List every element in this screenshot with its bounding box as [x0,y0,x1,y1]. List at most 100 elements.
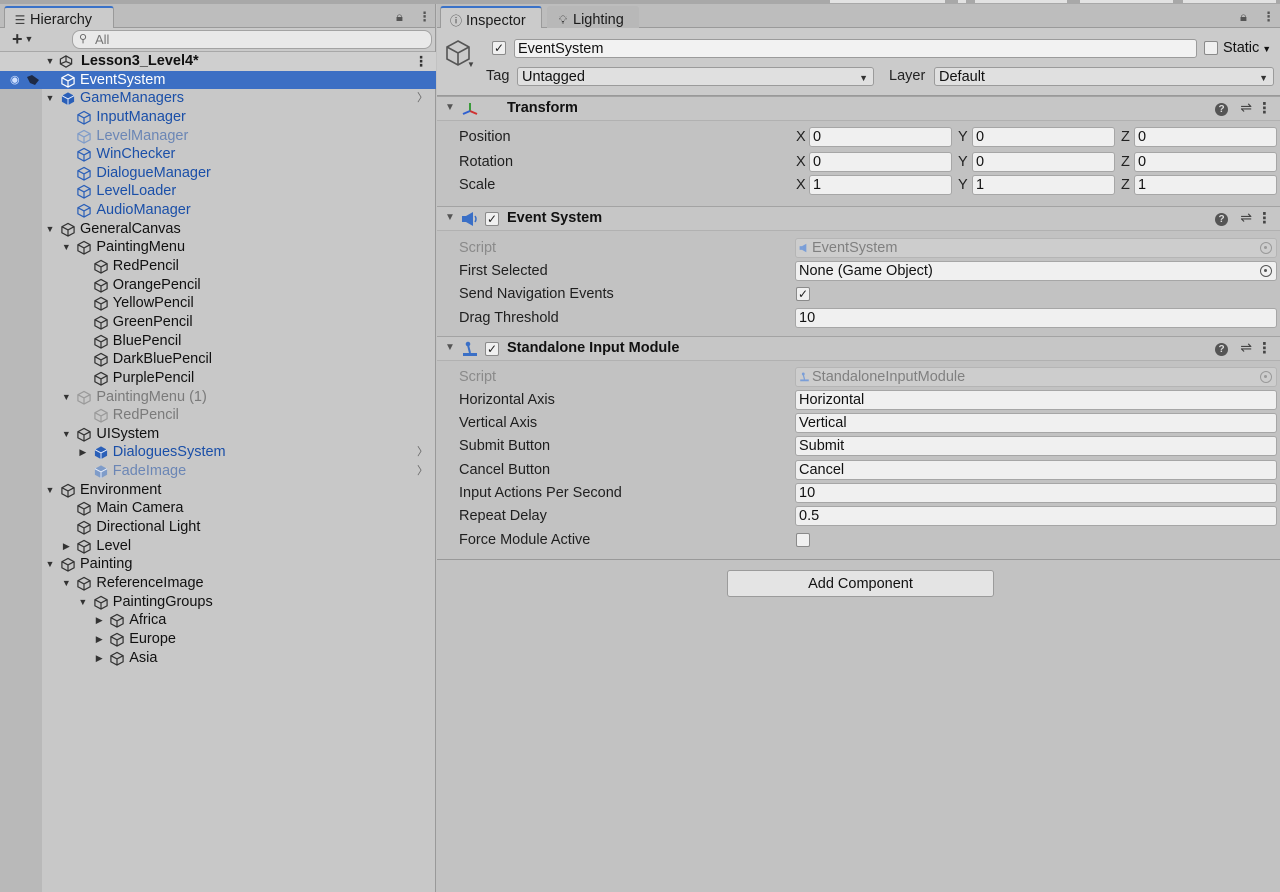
search-input[interactable] [95,32,415,47]
scale-z-field[interactable]: 1 [1134,175,1277,195]
expand-arrow-right-icon[interactable]: ▶ [60,537,72,556]
hierarchy-item[interactable]: ▼ GameManagers 〉 [0,89,436,108]
hierarchy-item[interactable]: ▶ Europe [0,630,436,649]
submit-button-field[interactable]: Submit [795,436,1277,456]
hierarchy-item[interactable]: ▼ Environment [0,481,436,500]
fold-arrow-icon[interactable]: ▼ [445,212,455,223]
expand-arrow-right-icon[interactable]: ▶ [93,630,105,649]
standalone-enabled-checkbox[interactable]: ✓ [485,342,499,356]
visibility-eye-icon[interactable]: ◉ [10,71,20,90]
vertical-axis-field[interactable]: Vertical [795,413,1277,433]
expand-arrow-right-icon[interactable]: ▶ [93,649,105,668]
hierarchy-item[interactable]: RedPencil [0,257,436,276]
tab-lighting[interactable]: 💡︎ Lighting [547,6,639,29]
expand-arrow-down-icon[interactable]: ▼ [44,220,56,239]
pickability-hand-icon[interactable] [26,74,40,86]
hierarchy-item[interactable]: WinChecker [0,145,436,164]
hierarchy-item[interactable]: InputManager [0,108,436,127]
hierarchy-item[interactable]: Directional Light [0,518,436,537]
scene-menu-icon[interactable]: ⋮ [414,52,428,71]
object-picker-icon[interactable] [1260,371,1272,383]
hierarchy-item[interactable]: DarkBluePencil [0,350,436,369]
lock-icon[interactable]: 🔒︎ [396,9,403,25]
component-menu-icon[interactable]: ⋮ [1257,339,1272,357]
object-picker-icon[interactable] [1260,242,1272,254]
rotation-x-field[interactable]: 0 [809,152,952,172]
hierarchy-item[interactable]: PurplePencil [0,369,436,388]
expand-arrow-down-icon[interactable]: ▼ [60,388,72,407]
object-name-field[interactable]: EventSystem [514,39,1197,58]
settings-sliders-icon[interactable]: ⇌ [1240,339,1252,356]
hierarchy-item[interactable]: ▼ Painting [0,555,436,574]
hierarchy-item[interactable]: ▶ Level [0,537,436,556]
component-menu-icon[interactable]: ⋮ [1257,209,1272,227]
hierarchy-item[interactable]: Main Camera [0,499,436,518]
expand-arrow-right-icon[interactable]: ▶ [77,443,89,462]
event-system-enabled-checkbox[interactable]: ✓ [485,212,499,226]
expand-arrow-down-icon[interactable]: ▼ [44,89,56,108]
input-actions-field[interactable]: 10 [795,483,1277,503]
horizontal-axis-field[interactable]: Horizontal [795,390,1277,410]
rotation-y-field[interactable]: 0 [972,152,1115,172]
position-x-field[interactable]: 0 [809,127,952,147]
scale-x-field[interactable]: 1 [809,175,952,195]
hierarchy-item[interactable]: ▼ GeneralCanvas [0,220,436,239]
standalone-input-header[interactable]: ▼ ✓ Standalone Input Module ? ⇌ ⋮ [437,336,1280,361]
hierarchy-item[interactable]: LevelManager [0,127,436,146]
hierarchy-item[interactable]: OrangePencil [0,276,436,295]
drag-threshold-field[interactable]: 10 [795,308,1277,328]
component-menu-icon[interactable]: ⋮ [1257,99,1272,117]
scene-expand-arrow[interactable]: ▼ [44,52,56,71]
hierarchy-item[interactable]: ▼ PaintingGroups [0,593,436,612]
position-y-field[interactable]: 0 [972,127,1115,147]
fold-arrow-icon[interactable]: ▼ [445,342,455,353]
open-prefab-arrow-icon[interactable]: 〉 [417,443,428,462]
hierarchy-item[interactable]: GreenPencil [0,313,436,332]
rotation-z-field[interactable]: 0 [1134,152,1277,172]
hierarchy-item[interactable]: AudioManager [0,201,436,220]
panel-menu-icon[interactable]: ⋮ [1262,9,1275,25]
panel-menu-icon[interactable]: ⋮ [418,9,431,25]
hierarchy-item[interactable]: ▶ DialoguesSystem 〉 [0,443,436,462]
tab-hierarchy[interactable]: ☰ Hierarchy [4,6,114,29]
help-icon[interactable]: ? [1215,103,1228,116]
add-component-button[interactable]: Add Component [727,570,994,597]
settings-sliders-icon[interactable]: ⇌ [1240,209,1252,226]
first-selected-field[interactable]: None (Game Object) [795,261,1277,281]
hierarchy-item[interactable]: ▶ Asia [0,649,436,668]
cancel-button-field[interactable]: Cancel [795,460,1277,480]
expand-arrow-down-icon[interactable]: ▼ [44,555,56,574]
lock-icon[interactable]: 🔒︎ [1240,9,1247,25]
hierarchy-item[interactable]: RedPencil [0,406,436,425]
expand-arrow-down-icon[interactable]: ▼ [60,425,72,444]
open-prefab-arrow-icon[interactable]: 〉 [417,462,428,481]
hierarchy-search[interactable]: ⚲ [72,30,432,49]
hierarchy-item[interactable]: FadeImage 〉 [0,462,436,481]
repeat-delay-field[interactable]: 0.5 [795,506,1277,526]
hierarchy-item[interactable]: ▼ PaintingMenu (1) [0,388,436,407]
create-button[interactable]: + ▼ [12,29,33,50]
hierarchy-item[interactable]: LevelLoader [0,182,436,201]
active-checkbox[interactable]: ✓ [492,41,506,55]
static-dropdown[interactable]: Static ▼ [1223,40,1271,56]
es-script-field[interactable]: EventSystem [795,238,1277,258]
hierarchy-item[interactable]: ▼ ReferenceImage [0,574,436,593]
sim-script-field[interactable]: StandaloneInputModule [795,367,1277,387]
transform-header[interactable]: ▼ Transform ? ⇌ ⋮ [437,96,1280,121]
force-module-checkbox[interactable] [796,533,810,547]
tag-dropdown[interactable]: Untagged ▼ [517,67,874,86]
help-icon[interactable]: ? [1215,343,1228,356]
layer-dropdown[interactable]: Default ▼ [934,67,1274,86]
expand-arrow-down-icon[interactable]: ▼ [60,238,72,257]
send-nav-checkbox[interactable]: ✓ [796,287,810,301]
object-picker-icon[interactable] [1260,265,1272,277]
hierarchy-item[interactable]: BluePencil [0,332,436,351]
hierarchy-item[interactable]: ◉ EventSystem [0,70,436,90]
event-system-header[interactable]: ▼ ✓ Event System ? ⇌ ⋮ [437,206,1280,231]
position-z-field[interactable]: 0 [1134,127,1277,147]
hierarchy-item[interactable]: YellowPencil [0,294,436,313]
scale-y-field[interactable]: 1 [972,175,1115,195]
expand-arrow-right-icon[interactable]: ▶ [93,611,105,630]
static-checkbox[interactable] [1204,41,1218,55]
fold-arrow-icon[interactable]: ▼ [445,102,455,113]
